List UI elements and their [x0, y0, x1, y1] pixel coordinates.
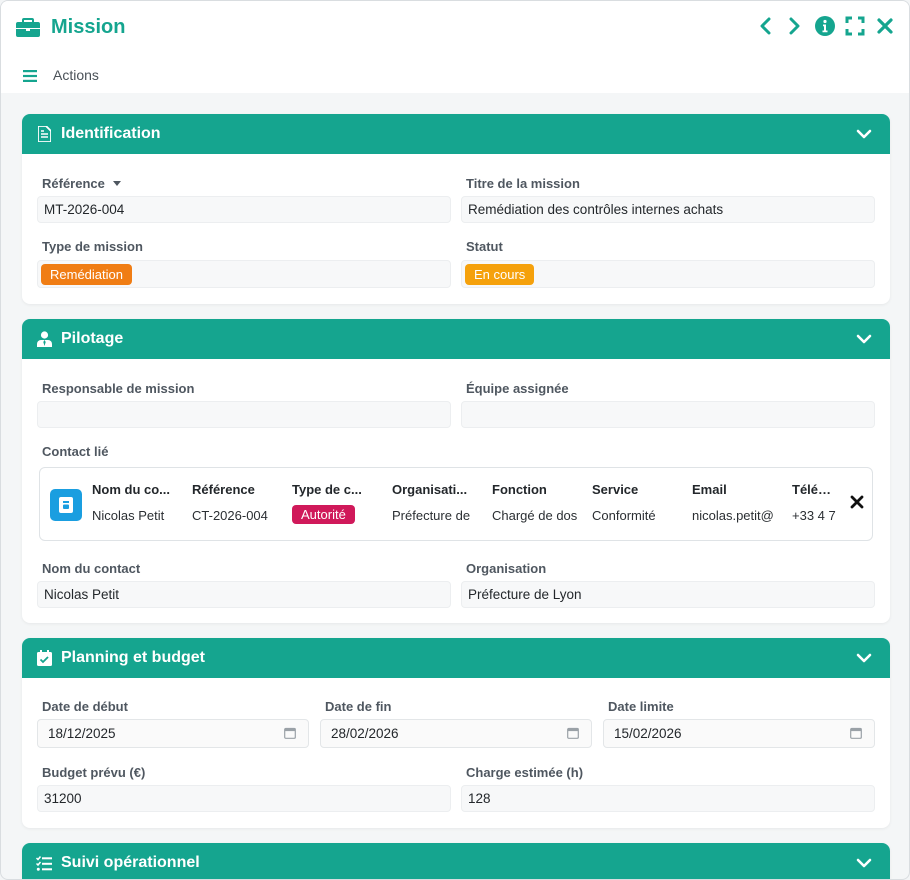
actions-menu[interactable]: Actions [23, 67, 99, 83]
start-date-value: 18/12/2025 [48, 726, 116, 741]
contact-col-value: Préfecture de [392, 508, 471, 523]
contact-col-header: Service [592, 482, 639, 497]
reference-field[interactable]: MT-2026-004 [37, 196, 451, 223]
calendar-icon[interactable] [850, 727, 862, 739]
contact-col-header: Nom du co... [92, 482, 170, 497]
start-date-label: Date de début [42, 699, 128, 714]
section-title: Pilotage [61, 330, 124, 347]
contact-col-service: Service Conformité [592, 482, 678, 523]
window-title: Mission [51, 15, 126, 38]
manager-label: Responsable de mission [42, 381, 195, 396]
section-planning: Planning et budget Date de début 18/12/2… [22, 638, 890, 828]
contact-name-field[interactable]: Nicolas Petit [37, 581, 451, 608]
workload-field[interactable]: 128 [461, 785, 875, 812]
deadline-input[interactable]: 15/02/2026 [603, 719, 875, 748]
user-tie-icon [36, 331, 52, 347]
team-field[interactable] [461, 401, 875, 428]
next-icon[interactable] [785, 15, 805, 37]
section-header-pilotage[interactable]: Pilotage [22, 319, 890, 359]
budget-label: Budget prévu (€) [42, 765, 146, 780]
contact-col-organisation: Organisati... Préfecture de [392, 482, 474, 523]
end-date-input[interactable]: 28/02/2026 [320, 719, 592, 748]
mission-window: Mission Actions Identification Référence… [0, 0, 910, 880]
contact-col-header: Télépho [792, 482, 838, 497]
status-tag: En cours [465, 263, 535, 285]
contact-type-tag: Autorité [292, 505, 355, 524]
close-icon[interactable] [875, 15, 895, 37]
contact-card-icon [50, 489, 82, 521]
chevron-down-icon[interactable] [856, 855, 872, 871]
chevron-down-icon[interactable] [856, 126, 872, 142]
hamburger-icon[interactable] [23, 69, 37, 82]
end-date-value: 28/02/2026 [331, 726, 399, 741]
organisation-field[interactable]: Préfecture de Lyon [461, 581, 875, 608]
info-icon[interactable] [815, 15, 835, 37]
contact-col-value: CT-2026-004 [192, 508, 268, 523]
sort-caret-icon[interactable] [112, 181, 121, 187]
contact-name-label: Nom du contact [42, 561, 141, 576]
chevron-down-icon[interactable] [856, 650, 872, 666]
contact-col-function: Fonction Chargé de dos [492, 482, 578, 523]
deadline-label: Date limite [608, 699, 674, 714]
contact-col-value: Conformité [592, 508, 656, 523]
deadline-value: 15/02/2026 [614, 726, 682, 741]
linked-contact-card[interactable]: Nom du co... Nicolas Petit Référence CT-… [39, 467, 873, 541]
manager-field[interactable] [37, 401, 451, 428]
contact-col-value: Autorité [292, 505, 378, 524]
calendar-icon[interactable] [284, 727, 296, 739]
mission-type-label: Type de mission [42, 239, 143, 254]
window-header: Mission Actions [1, 1, 909, 93]
section-suivi: Suivi opérationnel [22, 843, 890, 879]
briefcase-icon [15, 15, 41, 39]
window-controls [755, 15, 895, 37]
contact-col-value: +33 4 7 [792, 508, 836, 523]
document-icon [36, 126, 52, 142]
contact-col-reference: Référence CT-2026-004 [192, 482, 284, 523]
end-date-label: Date de fin [325, 699, 392, 714]
section-header-suivi[interactable]: Suivi opérationnel [22, 843, 890, 879]
start-date-input[interactable]: 18/12/2025 [37, 719, 309, 748]
chevron-down-icon[interactable] [856, 331, 872, 347]
contact-col-value: Nicolas Petit [92, 508, 165, 523]
contact-col-email: Email nicolas.petit@ [692, 482, 778, 523]
list-check-icon [36, 855, 52, 871]
actions-label[interactable]: Actions [53, 67, 99, 83]
mission-title-field[interactable]: Remédiation des contrôles internes achat… [461, 196, 875, 223]
status-field[interactable]: En cours [461, 260, 875, 288]
contact-col-header: Référence [192, 482, 255, 497]
section-title: Planning et budget [61, 649, 205, 666]
section-identification: Identification Référence MT-2026-004 Tit… [22, 114, 890, 304]
section-title: Suivi opérationnel [61, 854, 200, 871]
mission-type-field[interactable]: Remédiation [37, 260, 451, 288]
status-label: Statut [466, 239, 503, 254]
team-label: Équipe assignée [466, 381, 569, 396]
section-header-planning[interactable]: Planning et budget [22, 638, 890, 678]
mission-title-label: Titre de la mission [466, 176, 580, 191]
contact-col-phone: Télépho +33 4 7 [792, 482, 838, 523]
contact-col-header: Organisati... [392, 482, 468, 497]
previous-icon[interactable] [755, 15, 775, 37]
calendar-check-icon [36, 650, 52, 666]
remove-contact-icon[interactable] [850, 495, 864, 509]
fullscreen-icon[interactable] [845, 15, 865, 37]
section-title: Identification [61, 125, 161, 142]
contact-col-value: nicolas.petit@ [692, 508, 774, 523]
contact-col-header: Fonction [492, 482, 547, 497]
section-header-identification[interactable]: Identification [22, 114, 890, 154]
organisation-label: Organisation [466, 561, 547, 576]
contact-col-name: Nom du co... Nicolas Petit [92, 482, 178, 523]
calendar-icon[interactable] [567, 727, 579, 739]
budget-field[interactable]: 31200 [37, 785, 451, 812]
linked-contact-label: Contact lié [42, 444, 109, 459]
contact-col-value: Chargé de dos [492, 508, 578, 523]
contact-col-header: Email [692, 482, 727, 497]
contact-col-type: Type de c... Autorité [292, 482, 378, 524]
mission-type-tag: Remédiation [41, 263, 132, 285]
contact-col-header: Type de c... [292, 482, 362, 497]
section-pilotage: Pilotage Responsable de mission Équipe a… [22, 319, 890, 623]
title-row: Mission [15, 13, 125, 41]
workload-label: Charge estimée (h) [466, 765, 584, 780]
reference-label[interactable]: Référence [42, 176, 121, 191]
